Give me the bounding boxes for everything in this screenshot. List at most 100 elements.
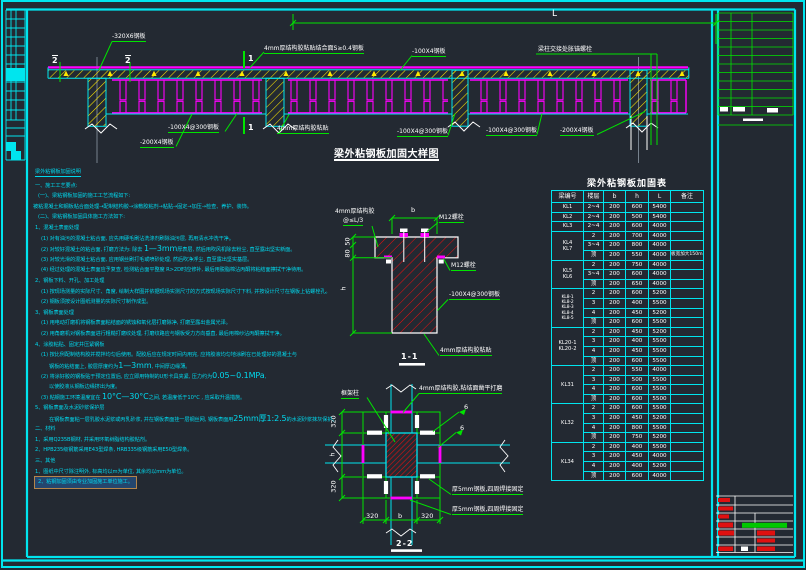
table-cell: 750: [626, 433, 649, 443]
table-cell: [671, 260, 704, 270]
bolt-top-label: M12螺栓: [439, 214, 464, 223]
left-edge-partial-grid: [6, 10, 25, 160]
table-cell: [671, 327, 704, 337]
table-cell: 200: [604, 414, 626, 424]
table-cell: 3: [584, 337, 604, 347]
table-cell: 450: [626, 346, 649, 356]
table-cell: 5200: [649, 327, 671, 337]
table-cell: 200: [604, 308, 626, 318]
table-row: KL3422004005500: [552, 442, 704, 452]
table-cell: 5400: [649, 212, 671, 222]
table-cell: 600: [626, 203, 649, 213]
table-row: KL12~42006005400: [552, 203, 704, 213]
note-line: 1、图纸中尺寸除注明外, 标高均以m为单位, 其余均以mm为单位。: [35, 467, 363, 478]
plate-200x4-right-label: -200X4钢板: [560, 127, 594, 136]
table-cell: 200: [604, 375, 626, 385]
glue-bottom-label: 4mm厚结构胶粘贴: [277, 125, 329, 134]
table-cell: [671, 289, 704, 299]
table-row: KL32~42006004000: [552, 222, 704, 232]
glue-surface-label: 4mm厚结构胶,粘结面凿平打磨: [419, 385, 502, 394]
table-cell: 200: [604, 433, 626, 443]
table-cell: 200: [604, 337, 626, 347]
weld-size-label: 6: [464, 404, 468, 411]
table-cell: 200: [604, 318, 626, 328]
table-cell: 2: [584, 404, 604, 414]
note-line: 1、混凝土表面处理: [35, 223, 363, 234]
table-cell: 4000: [649, 270, 671, 280]
section-cut-1-label: 1: [248, 124, 254, 131]
reinforcement-table: 梁编号楼层bhL备注 KL12~42006005400KL22~42005005…: [551, 190, 704, 481]
table-header-row: 梁编号楼层bhL备注: [552, 191, 704, 203]
note-line: 钢板的粘结面上, 胶层厚度约为1—3mm, 中间厚边缘薄。: [49, 361, 363, 372]
note-line: (1) 按比例配制结构胶并搅拌均匀后使用。配胶后应在规定时间内用完, 应将胶液均…: [41, 350, 363, 361]
note-line: (2) 将涂好胶的钢板贴于预定位置后, 应立即用特制的U形卡具夹紧, 压力约为0…: [41, 371, 363, 382]
construction-notes: 梁外粘钢板加固说明一、施工工艺要点:(一)、梁粘钢板加固的施工工艺流程如下:被粘…: [33, 167, 363, 488]
table-cell: [671, 452, 704, 462]
note-line: (1) 对有油污的混凝土粘合面, 应先用硬毛刷沾洗涤剂刷除油污层, 再用清水冲洗…: [41, 234, 363, 245]
table-cell: 200: [604, 366, 626, 376]
table-header-cell: 梁编号: [552, 191, 584, 203]
table-cell: 600: [626, 394, 649, 404]
table-header-cell: 楼层: [584, 191, 604, 203]
table-header-cell: L: [649, 191, 671, 203]
table-cell: 顶: [584, 356, 604, 366]
table-header-cell: 备注: [671, 191, 704, 203]
table-cell: [671, 318, 704, 328]
table-cell: [671, 212, 704, 222]
table-cell: 500: [626, 375, 649, 385]
note-line: 5、钢板表面及水泥砂浆保护层: [35, 403, 363, 414]
table-cell: 200: [604, 241, 626, 251]
table-row: KL5KL622007504000: [552, 260, 704, 270]
table-cell: 4000: [649, 452, 671, 462]
beam-id-cell: KL20-1KL20-2: [552, 327, 584, 365]
table-cell: [671, 203, 704, 213]
dim-L-label: L: [552, 11, 557, 18]
table-cell: 顶: [584, 394, 604, 404]
column-section-hatch: [386, 433, 417, 477]
table-cell: 4: [584, 346, 604, 356]
plate-100x4-300-mid-label: -100X4@300钢板: [397, 128, 448, 137]
table-row: KL22~42005005400: [552, 212, 704, 222]
cad-drawing-canvas[interactable]: 2 2 1 1 L -320X6钢板 4mm厚结构胶粘贴结合面S≥0.4钢板 -…: [0, 0, 806, 570]
beam-id-cell: KL34: [552, 442, 584, 480]
table-cell: 3~4: [584, 270, 604, 280]
plate-5mm-label: 厚5mm钢板,四周焊接固定: [452, 486, 523, 495]
titleblock-green-bar: [742, 523, 787, 528]
note-line: 2、HPB235级钢筋采用E43型焊条, HRB335级钢筋采用E50型焊条。: [35, 445, 363, 456]
table-cell: 600: [626, 270, 649, 280]
beam-id-cell: KL3: [552, 222, 584, 232]
table-cell: 550: [626, 366, 649, 376]
note-line: 二、材料: [35, 424, 363, 435]
dimension-L-line: [290, 14, 719, 44]
table-cell: [671, 279, 704, 289]
beam-id-cell: KL32: [552, 404, 584, 442]
table-cell: 4000: [649, 260, 671, 270]
beam-id-cell: KL5KL6: [552, 260, 584, 289]
section-1-1-drawing: [350, 215, 458, 366]
table-cell: 3~4: [584, 241, 604, 251]
table-cell: 200: [604, 404, 626, 414]
table-cell: 顶: [584, 433, 604, 443]
table-cell: 4: [584, 308, 604, 318]
table-cell: 5500: [649, 385, 671, 395]
section-title-underline: [399, 363, 425, 366]
table-cell: [671, 231, 704, 241]
table-cell: 200: [604, 203, 626, 213]
section-title-underline: [391, 549, 422, 552]
table-cell: 顶: [584, 318, 604, 328]
table-cell: 450: [626, 414, 649, 424]
note-line: 3、钢板表面处理: [35, 308, 363, 319]
table-cell: 5400: [649, 203, 671, 213]
table-cell: 顶: [584, 279, 604, 289]
note-line: 一、施工工艺要点:: [35, 181, 363, 192]
table-cell: 顶: [584, 250, 604, 260]
selected-text-object[interactable]: 2、粘钢加固须由专业加固施工单位施工。: [35, 477, 136, 488]
table-cell: 450: [626, 308, 649, 318]
plate-320x6-label: -320X6钢板: [112, 33, 146, 42]
table-cell: [671, 394, 704, 404]
table-cell: 200: [604, 250, 626, 260]
table-cell: 5200: [649, 289, 671, 299]
note-line: 2、钢板下料、开孔、加工处理: [35, 276, 363, 287]
plate-200x4-left-label: -200X4钢板: [140, 139, 174, 148]
table-cell: 750: [626, 260, 649, 270]
